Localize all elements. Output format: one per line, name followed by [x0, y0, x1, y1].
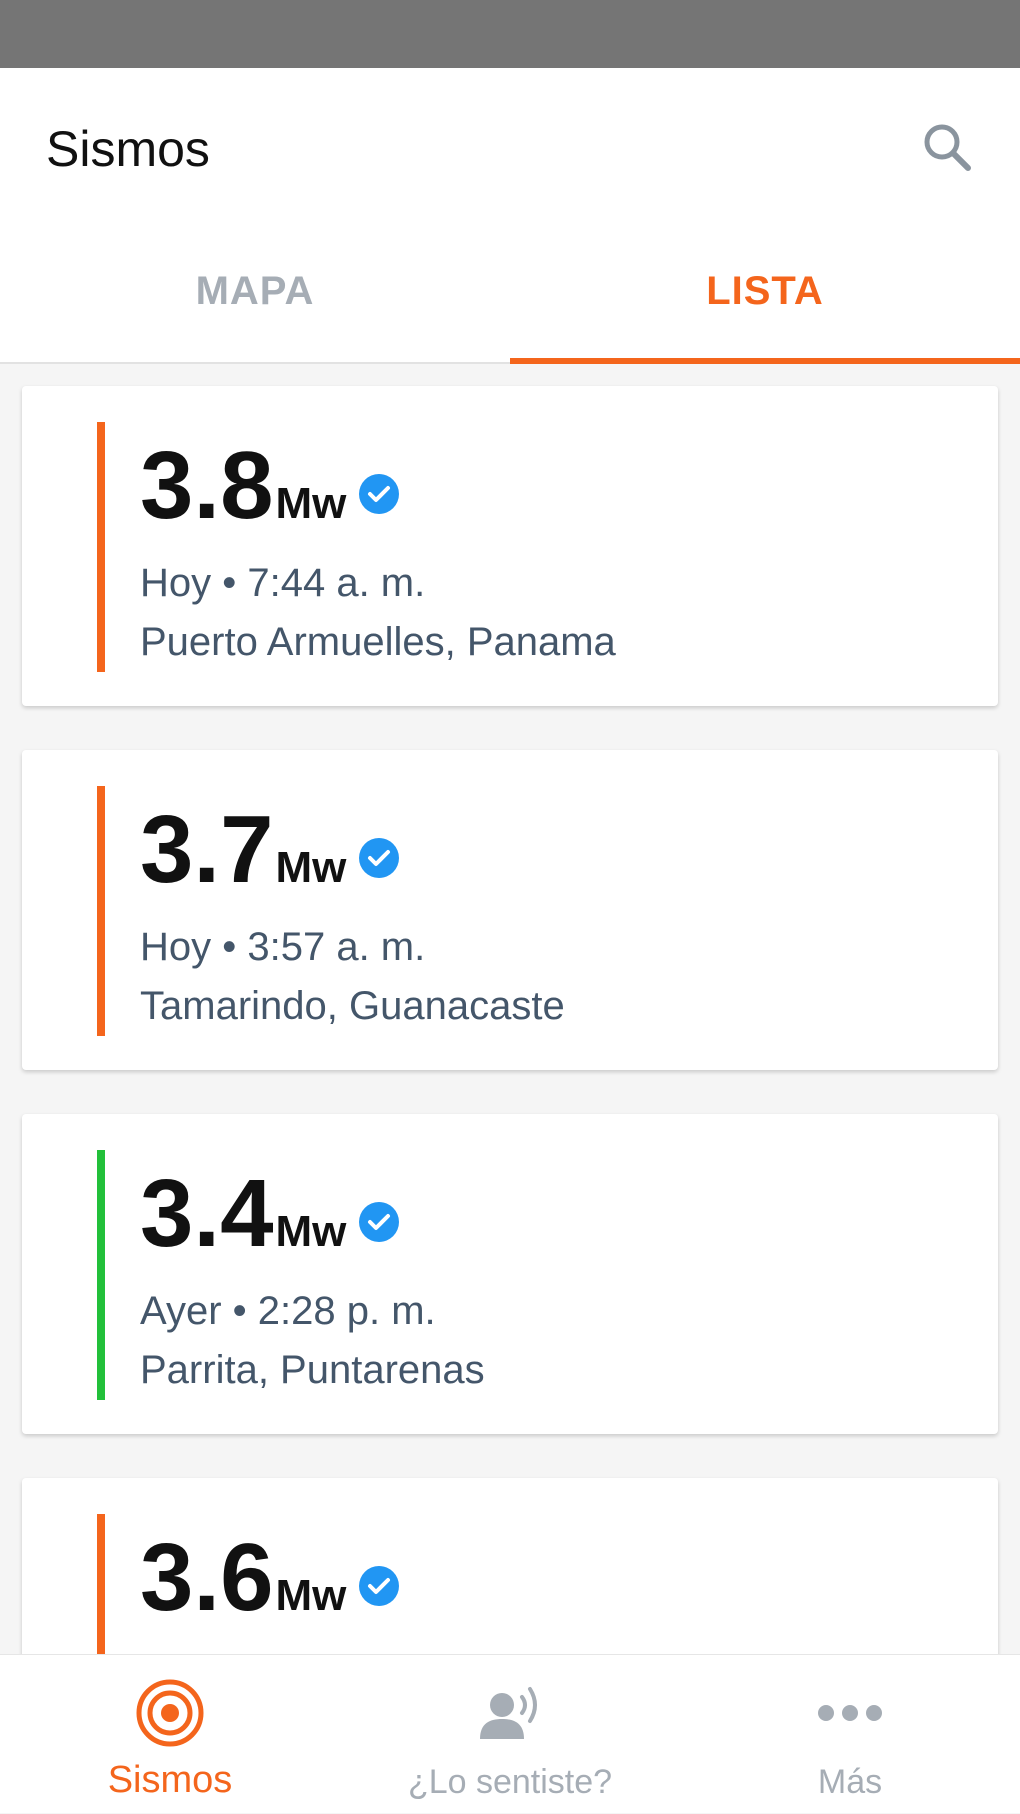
verified-icon — [359, 474, 400, 514]
search-icon — [924, 124, 971, 171]
page-title: Sismos — [46, 121, 210, 177]
quake-list[interactable]: 3.8 Mw Hoy • 7:44 a. m. Puerto Armuelles… — [0, 366, 1020, 1654]
magnitude-row: 3.7 Mw — [140, 800, 400, 900]
quake-place: Parrita, Puntarenas — [140, 1348, 485, 1392]
quake-card[interactable]: 3.7 Mw Hoy • 3:57 a. m. Tamarindo, Guana… — [22, 750, 998, 1070]
magnitude-row: 3.4 Mw — [140, 1164, 400, 1264]
magnitude-unit: Mw — [275, 1207, 347, 1256]
tab-selected-indicator — [510, 358, 1020, 364]
quake-card[interactable]: 3.8 Mw Hoy • 7:44 a. m. Puerto Armuelles… — [22, 386, 998, 706]
magnitude-unit: Mw — [275, 1571, 347, 1620]
nav-item-sismos[interactable]: Sismos — [0, 1655, 340, 1814]
nav-item-lo-sentiste[interactable]: ¿Lo sentiste? — [340, 1655, 680, 1814]
verified-icon — [359, 1566, 400, 1606]
magnitude-unit: Mw — [275, 843, 347, 892]
target-icon — [136, 1679, 204, 1747]
person-speaking-icon — [480, 1687, 537, 1739]
more-dots-icon — [818, 1705, 882, 1721]
magnitude-value: 3.4 — [140, 1160, 274, 1267]
app-bar: Sismos — [0, 68, 1020, 218]
quake-place: Puerto Armuelles, Panama — [140, 620, 616, 664]
tab-mapa[interactable]: MAPA — [0, 218, 510, 364]
nav-label: Más — [817, 1763, 883, 1801]
magnitude-row: 3.6 Mw — [140, 1528, 400, 1628]
status-bar — [0, 0, 1020, 68]
quake-time: Hoy • 3:57 a. m. — [140, 925, 426, 969]
intensity-bar — [97, 1150, 105, 1400]
nav-item-mas[interactable]: Más — [680, 1655, 1020, 1814]
magnitude-value: 3.7 — [140, 796, 274, 903]
quake-time: Ayer • 2:28 p. m. — [140, 1289, 436, 1333]
intensity-bar — [97, 786, 105, 1036]
bottom-navigation: Sismos ¿Lo sentiste? Más — [0, 1654, 1020, 1813]
verified-icon — [359, 1202, 400, 1242]
verified-icon — [359, 838, 400, 878]
magnitude-value: 3.6 — [140, 1524, 274, 1631]
nav-label: ¿Lo sentiste? — [407, 1763, 613, 1801]
tab-bar: MAPA LISTA — [0, 218, 1020, 364]
tab-lista[interactable]: LISTA — [510, 218, 1020, 364]
quake-card[interactable]: 3.4 Mw Ayer • 2:28 p. m. Parrita, Puntar… — [22, 1114, 998, 1434]
quake-card[interactable]: 3.6 Mw — [22, 1478, 998, 1654]
nav-label: Sismos — [107, 1759, 233, 1801]
search-button[interactable] — [918, 118, 978, 178]
quake-time: Hoy • 7:44 a. m. — [140, 561, 426, 605]
intensity-bar — [97, 422, 105, 672]
magnitude-unit: Mw — [275, 479, 347, 528]
quake-place: Tamarindo, Guanacaste — [140, 984, 565, 1028]
magnitude-row: 3.8 Mw — [140, 436, 400, 536]
magnitude-value: 3.8 — [140, 432, 274, 539]
intensity-bar — [97, 1514, 105, 1654]
